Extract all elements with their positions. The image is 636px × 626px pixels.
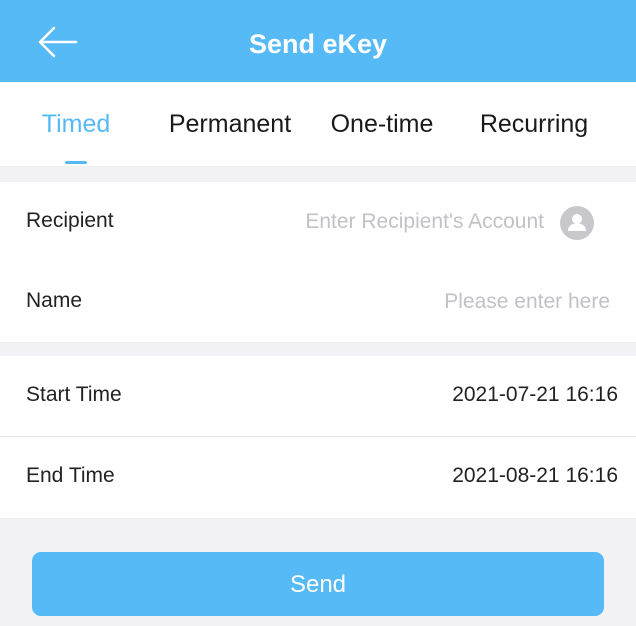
tab-recurring-label: Recurring	[479, 110, 589, 138]
time-section: Start Time 2021-07-21 16:16 End Time 202…	[0, 356, 636, 518]
recipient-input[interactable]	[200, 200, 544, 244]
person-icon	[568, 214, 586, 231]
header-bar: Send eKey	[0, 0, 636, 82]
page-title: Send eKey	[248, 29, 388, 59]
active-tab-indicator	[65, 161, 87, 164]
tab-timed-label: Timed	[41, 110, 111, 138]
name-label: Name	[26, 289, 83, 312]
tab-permanent[interactable]: Permanent	[150, 82, 310, 166]
contact-icon[interactable]	[560, 206, 594, 240]
recipient-section: Recipient Name	[0, 182, 636, 342]
back-button[interactable]	[30, 22, 80, 62]
send-ekey-screen: Send eKey Timed Permanent One-time Recur…	[0, 0, 636, 626]
tab-recurring[interactable]: Recurring	[466, 82, 602, 166]
send-button-label: Send	[289, 571, 347, 598]
start-time-row[interactable]: Start Time 2021-07-21 16:16	[0, 356, 636, 436]
name-row: Name	[0, 262, 636, 342]
end-time-label: End Time	[26, 464, 115, 487]
tab-one-time[interactable]: One-time	[316, 82, 448, 166]
recipient-label: Recipient	[26, 209, 114, 232]
tab-permanent-label: Permanent	[168, 110, 292, 138]
end-time-row[interactable]: End Time 2021-08-21 16:16	[0, 437, 636, 517]
end-time-value[interactable]: 2021-08-21 16:16	[452, 464, 618, 488]
name-input[interactable]	[200, 280, 610, 324]
arrow-left-icon	[38, 26, 78, 58]
start-time-value[interactable]: 2021-07-21 16:16	[452, 383, 618, 407]
ekey-type-tabs: Timed Permanent One-time Recurring	[0, 82, 636, 166]
tab-one-time-label: One-time	[330, 110, 434, 138]
tab-timed[interactable]: Timed	[20, 82, 132, 166]
start-time-label: Start Time	[26, 383, 122, 406]
recipient-row: Recipient	[0, 182, 636, 262]
send-button[interactable]: Send	[32, 552, 604, 616]
